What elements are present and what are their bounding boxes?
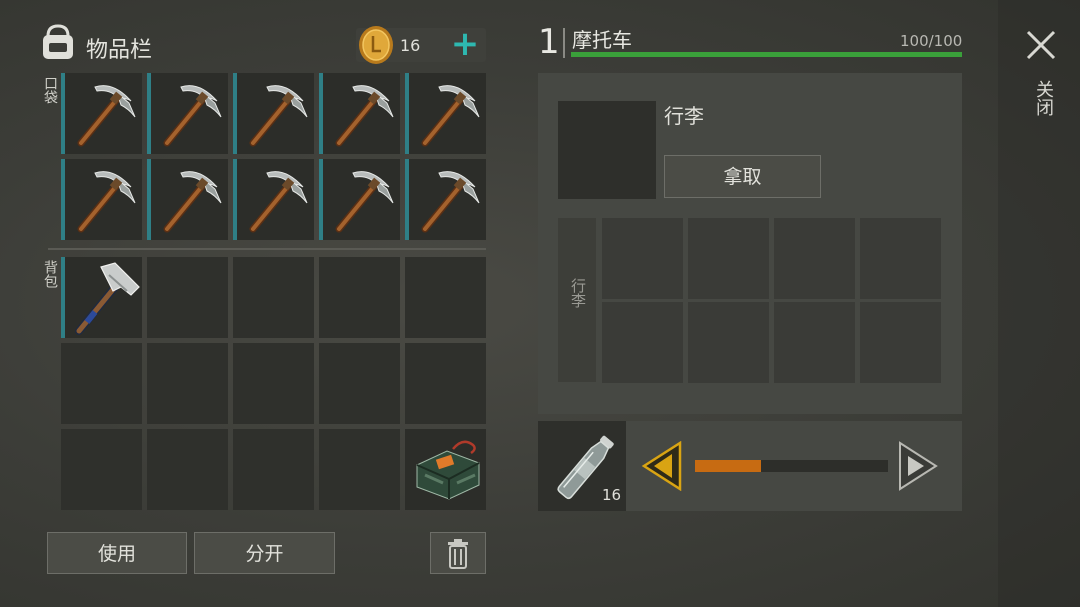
- slot-accent: [61, 159, 65, 240]
- pickaxe-slot[interactable]: [405, 159, 486, 240]
- luggage-title: 行李: [664, 104, 704, 128]
- add-coins-button[interactable]: +: [450, 26, 480, 62]
- fuel-slider-fill: [695, 460, 761, 472]
- slot-accent: [61, 257, 65, 338]
- empty-slot[interactable]: [233, 429, 314, 510]
- pickaxe-slot[interactable]: [319, 159, 400, 240]
- luggage-slot[interactable]: [688, 218, 769, 299]
- empty-slot[interactable]: [233, 343, 314, 424]
- explosive-pack-slot[interactable]: [405, 429, 486, 510]
- slot-accent: [147, 73, 151, 154]
- slot-accent: [233, 73, 237, 154]
- pickaxe-icon: [335, 85, 394, 147]
- trash-icon: [448, 539, 468, 569]
- trash-button[interactable]: [430, 532, 486, 574]
- empty-slot[interactable]: [319, 257, 400, 338]
- section-divider: [48, 248, 486, 250]
- pickaxe-slot[interactable]: [147, 73, 228, 154]
- empty-slot[interactable]: [61, 343, 142, 424]
- slot-accent: [233, 159, 237, 240]
- empty-slot[interactable]: [233, 257, 314, 338]
- slot-accent: [405, 159, 409, 240]
- pickaxe-icon: [335, 171, 394, 233]
- hammer-slot[interactable]: [61, 257, 142, 338]
- slot-accent: [319, 159, 323, 240]
- pickaxe-slot[interactable]: [147, 159, 228, 240]
- pickaxe-slot[interactable]: [233, 73, 314, 154]
- luggage-preview-slot[interactable]: [558, 101, 656, 199]
- luggage-slot[interactable]: [774, 218, 855, 299]
- fuel-item-count: 16: [602, 486, 622, 504]
- pocket-section-label: 口袋: [42, 76, 58, 104]
- hammer-icon: [75, 262, 140, 335]
- inventory-title: 物品栏: [86, 38, 153, 63]
- empty-slot[interactable]: [61, 429, 142, 510]
- coin-count: 16: [400, 36, 421, 55]
- pickaxe-icon: [421, 85, 480, 147]
- pickaxe-icon: [421, 171, 480, 233]
- pickaxe-icon: [249, 85, 308, 147]
- slot-accent: [319, 73, 323, 154]
- pickaxe-slot[interactable]: [61, 159, 142, 240]
- luggage-slot[interactable]: [688, 302, 769, 383]
- pickaxe-icon: [163, 171, 222, 233]
- close-icon[interactable]: [1024, 28, 1058, 62]
- empty-slot[interactable]: [405, 343, 486, 424]
- arrow-right-icon[interactable]: [898, 441, 940, 491]
- backpack-icon: [43, 24, 73, 59]
- empty-slot[interactable]: [319, 343, 400, 424]
- take-button[interactable]: 拿取: [664, 155, 821, 198]
- use-button[interactable]: 使用: [47, 532, 187, 574]
- coin-icon: [359, 26, 393, 64]
- arrow-left-icon[interactable]: [640, 441, 682, 491]
- luggage-slot[interactable]: [602, 302, 683, 383]
- explosive-pack-icon: [416, 440, 480, 500]
- pickaxe-slot[interactable]: [233, 159, 314, 240]
- empty-slot[interactable]: [319, 429, 400, 510]
- pickaxe-icon: [77, 85, 136, 147]
- slot-accent: [405, 73, 409, 154]
- pickaxe-icon: [249, 171, 308, 233]
- pickaxe-slot[interactable]: [319, 73, 400, 154]
- slot-accent: [147, 159, 151, 240]
- vehicle-name: 摩托车: [572, 28, 632, 52]
- split-button[interactable]: 分开: [194, 532, 335, 574]
- pickaxe-icon: [163, 85, 222, 147]
- durability-bar-fill: [571, 52, 962, 57]
- vehicle-slot-number: 1: [538, 22, 560, 62]
- close-label[interactable]: 关闭: [1030, 80, 1056, 116]
- pickaxe-slot[interactable]: [405, 73, 486, 154]
- luggage-slot[interactable]: [860, 218, 941, 299]
- slot-accent: [61, 73, 65, 154]
- pickaxe-slot[interactable]: [61, 73, 142, 154]
- empty-slot[interactable]: [147, 257, 228, 338]
- luggage-grid-label: 行李: [569, 278, 587, 308]
- header-separator: [563, 28, 565, 58]
- luggage-slot[interactable]: [602, 218, 683, 299]
- empty-slot[interactable]: [147, 343, 228, 424]
- backpack-section-label: 背包: [42, 260, 58, 288]
- luggage-slot[interactable]: [774, 302, 855, 383]
- empty-slot[interactable]: [147, 429, 228, 510]
- empty-slot[interactable]: [405, 257, 486, 338]
- vehicle-durability-text: 100/100: [900, 32, 963, 50]
- luggage-slot[interactable]: [860, 302, 941, 383]
- pickaxe-icon: [77, 171, 136, 233]
